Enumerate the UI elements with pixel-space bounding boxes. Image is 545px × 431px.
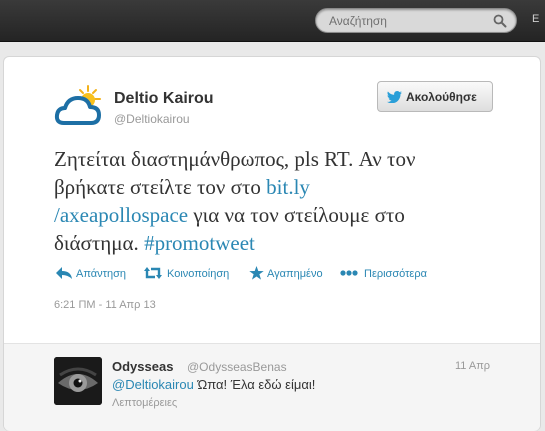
reply-tweet: Odysseas @OdysseasBenas 11 Απρ @Deltioka… <box>4 343 540 431</box>
reply-author-handle[interactable]: @OdysseasBenas <box>187 360 287 374</box>
search-placeholder: Αναζήτηση <box>329 14 387 28</box>
tweet-text: Ζητείται διαστημάνθρωπος, pls RT. Αν τον… <box>54 145 504 257</box>
reply-date[interactable]: 11 Απρ <box>455 360 490 372</box>
twitter-bird-icon <box>387 91 402 103</box>
eye-photo-icon <box>54 357 102 405</box>
retweet-label: Κοινοποίηση <box>167 268 230 280</box>
tweet-text-line-4: διάστημα. #promotweet <box>54 229 504 257</box>
ellipsis-icon <box>340 270 358 276</box>
tweet-card: Deltio Kairou @Deltiokairou Ακολούθησε Ζ… <box>3 56 541 431</box>
tweet-text-segment: για να τον στείλουμε στο <box>188 203 405 227</box>
tweet-text-segment: βρήκατε στείλτε τον στο <box>54 175 267 199</box>
reply-author-avatar[interactable] <box>54 357 102 405</box>
search-input[interactable]: Αναζήτηση <box>315 8 517 33</box>
reply-label: Απάντηση <box>76 268 126 280</box>
reply-text: @Deltiokairou Ώπα! Έλα εδώ είμαι! <box>112 377 315 392</box>
nav-item-truncated[interactable]: Ε <box>532 13 539 25</box>
author-handle[interactable]: @Deltiokairou <box>114 112 190 126</box>
tweet-text-line-1: Ζητείται διαστημάνθρωπος, pls RT. Αν τον <box>54 147 416 171</box>
star-icon <box>249 266 264 280</box>
reply-text-body: Ώπα! Έλα εδώ είμαι! <box>193 377 316 392</box>
mention-link[interactable]: @Deltiokairou <box>112 377 194 392</box>
follow-button[interactable]: Ακολούθησε <box>377 81 493 112</box>
weather-cloud-sun-avatar[interactable] <box>54 83 104 129</box>
tweet-text-line-2: βρήκατε στείλτε τον στο bit.ly <box>54 173 504 201</box>
more-label: Περισσότερα <box>364 268 427 280</box>
author-name[interactable]: Deltio Kairou <box>114 90 214 108</box>
reply-arrow-icon <box>56 267 72 279</box>
tweet-text-segment: διάστημα. <box>54 231 145 255</box>
tweet-timestamp[interactable]: 6:21 ΠΜ - 11 Απρ 13 <box>54 299 156 311</box>
favorite-label: Αγαπημένο <box>267 268 323 280</box>
details-link[interactable]: Λεπτομέρειες <box>112 397 177 409</box>
reply-author-name[interactable]: Odysseas <box>112 359 173 374</box>
top-navigation-bar: Αναζήτηση Ε <box>0 0 545 42</box>
short-link[interactable]: bit.ly <box>266 175 310 199</box>
hashtag-link[interactable]: #promotweet <box>144 231 255 255</box>
short-link-path[interactable]: /axeapollospace <box>54 203 188 227</box>
tweet-text-line-3: /axeapollospace για να τον στείλουμε στο <box>54 201 504 229</box>
search-icon[interactable] <box>493 14 507 28</box>
follow-button-label: Ακολούθησε <box>406 90 477 104</box>
retweet-icon <box>144 267 162 279</box>
